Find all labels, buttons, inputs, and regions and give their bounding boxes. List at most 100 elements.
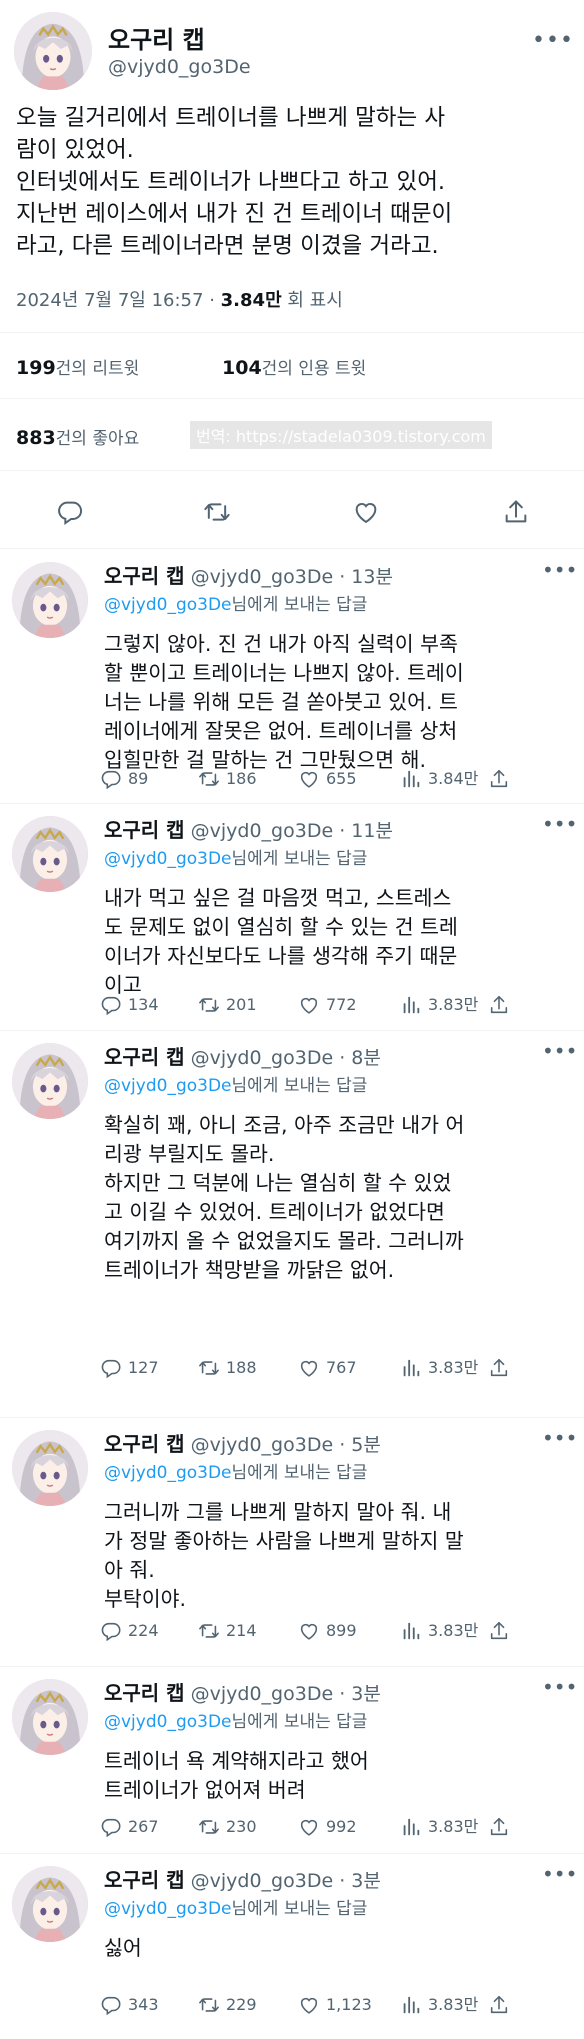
reply-avatar[interactable] — [12, 1679, 88, 1755]
reply-time[interactable]: 13분 — [351, 566, 393, 588]
reply-author-name[interactable]: 오구리 캡 — [104, 1045, 185, 1069]
retweet-button[interactable]: 186 — [198, 764, 257, 794]
reply-avatar[interactable] — [12, 562, 88, 638]
reply-button[interactable]: 267 — [100, 1812, 159, 1842]
reply-button[interactable]: 127 — [100, 1353, 159, 1383]
reply-button[interactable]: 224 — [100, 1616, 159, 1646]
like-count: 1,123 — [326, 1995, 372, 2014]
reply-time[interactable]: 5분 — [351, 1434, 381, 1456]
retweets-stat[interactable]: 199건의 리트윗 — [16, 354, 139, 379]
like-button[interactable]: 1,123 — [298, 1990, 372, 2020]
reply-author-name[interactable]: 오구리 캡 — [104, 818, 185, 842]
like-button[interactable]: 992 — [298, 1812, 357, 1842]
reply-avatar[interactable] — [12, 1430, 88, 1506]
share-button[interactable] — [488, 1616, 510, 1646]
retweet-count: 201 — [226, 995, 257, 1014]
reply-tweet[interactable]: 오구리 캡 @vjyd0_go3De · 3분 ••• @vjyd0_go3De… — [0, 1854, 584, 2039]
reply-actions: 224 214 899 3.83만 — [100, 1616, 570, 1646]
share-button[interactable] — [488, 1812, 510, 1842]
retweet-icon — [198, 1816, 220, 1838]
like-button[interactable]: 899 — [298, 1616, 357, 1646]
mention-link[interactable]: @vjyd0_go3De — [104, 595, 232, 615]
reply-author-name[interactable]: 오구리 캡 — [104, 1868, 185, 1892]
more-icon[interactable]: ••• — [542, 1039, 577, 1063]
mention-link[interactable]: @vjyd0_go3De — [104, 1076, 232, 1096]
views-button[interactable]: 3.83만 — [400, 990, 478, 1020]
tweet-time[interactable]: 16:57 — [152, 290, 204, 311]
quotes-label: 건의 인용 트윗 — [261, 359, 367, 379]
more-icon[interactable]: ••• — [542, 558, 577, 582]
share-icon[interactable] — [496, 492, 536, 532]
reply-author-handle[interactable]: @vjyd0_go3De — [191, 1683, 334, 1705]
retweet-icon[interactable] — [197, 492, 237, 532]
author-avatar[interactable] — [14, 12, 92, 90]
reply-time[interactable]: 3분 — [351, 1683, 381, 1705]
tweet-date[interactable]: 2024년 7월 7일 — [16, 290, 146, 311]
quotes-stat[interactable]: 104건의 인용 트윗 — [222, 354, 366, 379]
reply-to: @vjyd0_go3De님에게 보내는 답글 — [104, 1463, 368, 1483]
retweet-icon — [198, 768, 220, 790]
share-button[interactable] — [488, 1353, 510, 1383]
reply-author-name[interactable]: 오구리 캡 — [104, 564, 185, 588]
more-icon[interactable]: ••• — [542, 1862, 577, 1886]
share-icon — [488, 1816, 510, 1838]
reply-tweet[interactable]: 오구리 캡 @vjyd0_go3De · 11분 ••• @vjyd0_go3D… — [0, 804, 584, 1030]
author-handle[interactable]: @vjyd0_go3De — [108, 56, 251, 78]
mention-link[interactable]: @vjyd0_go3De — [104, 849, 232, 869]
reply-author-handle[interactable]: @vjyd0_go3De — [191, 1870, 334, 1892]
author-name[interactable]: 오구리 캡 — [108, 20, 205, 55]
reply-time[interactable]: 3분 — [351, 1870, 381, 1892]
views-button[interactable]: 3.83만 — [400, 1812, 478, 1842]
reply-avatar[interactable] — [12, 1866, 88, 1942]
like-button[interactable]: 772 — [298, 990, 357, 1020]
likes-stat[interactable]: 883건의 좋아요 — [16, 424, 139, 449]
views-chart-icon — [400, 1994, 422, 2016]
mention-link[interactable]: @vjyd0_go3De — [104, 1463, 232, 1483]
mention-link[interactable]: @vjyd0_go3De — [104, 1899, 232, 1919]
like-button[interactable]: 767 — [298, 1353, 357, 1383]
reply-time[interactable]: 11분 — [351, 820, 393, 842]
retweet-button[interactable]: 188 — [198, 1353, 257, 1383]
reply-button[interactable]: 343 — [100, 1990, 159, 2020]
retweet-button[interactable]: 229 — [198, 1990, 257, 2020]
views-count: 3.83만 — [428, 1358, 479, 1377]
views-button[interactable]: 3.83만 — [400, 1353, 478, 1383]
views-chart-icon — [400, 1357, 422, 1379]
reply-author-handle[interactable]: @vjyd0_go3De — [191, 820, 334, 842]
share-button[interactable] — [488, 1990, 510, 2020]
reply-tweet[interactable]: 오구리 캡 @vjyd0_go3De · 8분 ••• @vjyd0_go3De… — [0, 1031, 584, 1417]
more-icon[interactable]: ••• — [542, 1426, 577, 1450]
reply-avatar[interactable] — [12, 1043, 88, 1119]
heart-icon — [298, 768, 320, 790]
more-icon[interactable]: ••• — [532, 28, 574, 53]
reply-time[interactable]: 8분 — [351, 1047, 381, 1069]
retweet-button[interactable]: 230 — [198, 1812, 257, 1842]
reply-author-name[interactable]: 오구리 캡 — [104, 1432, 185, 1456]
retweet-icon — [198, 1994, 220, 2016]
share-button[interactable] — [488, 764, 510, 794]
reply-avatar[interactable] — [12, 816, 88, 892]
reply-author-handle[interactable]: @vjyd0_go3De — [191, 566, 334, 588]
reply-tweet[interactable]: 오구리 캡 @vjyd0_go3De · 3분 ••• @vjyd0_go3De… — [0, 1667, 584, 1853]
retweet-button[interactable]: 201 — [198, 990, 257, 1020]
reply-tweet[interactable]: 오구리 캡 @vjyd0_go3De · 5분 ••• @vjyd0_go3De… — [0, 1418, 584, 1666]
views-button[interactable]: 3.84만 — [400, 764, 478, 794]
retweet-button[interactable]: 214 — [198, 1616, 257, 1646]
like-button[interactable]: 655 — [298, 764, 357, 794]
reply-button[interactable]: 134 — [100, 990, 159, 1020]
reply-icon — [100, 1357, 122, 1379]
mention-link[interactable]: @vjyd0_go3De — [104, 1712, 232, 1732]
reply-author-handle[interactable]: @vjyd0_go3De — [191, 1047, 334, 1069]
more-icon[interactable]: ••• — [542, 812, 577, 836]
views-button[interactable]: 3.83만 — [400, 1990, 478, 2020]
reply-button[interactable]: 89 — [100, 764, 148, 794]
heart-icon[interactable] — [346, 492, 386, 532]
reply-author-name[interactable]: 오구리 캡 — [104, 1681, 185, 1705]
views-button[interactable]: 3.83만 — [400, 1616, 478, 1646]
reply-author-handle[interactable]: @vjyd0_go3De — [191, 1434, 334, 1456]
reply-icon[interactable] — [50, 492, 90, 532]
share-button[interactable] — [488, 990, 510, 1020]
reply-tweet[interactable]: 오구리 캡 @vjyd0_go3De · 13분 ••• @vjyd0_go3D… — [0, 550, 584, 803]
more-icon[interactable]: ••• — [542, 1675, 577, 1699]
retweet-count: 229 — [226, 1995, 257, 2014]
